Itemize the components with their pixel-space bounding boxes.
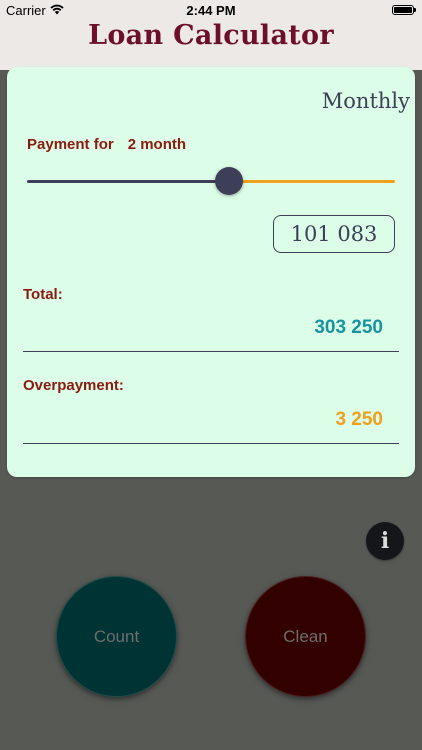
slider-thumb[interactable] xyxy=(215,167,243,195)
overpayment-label: Overpayment: xyxy=(23,377,124,394)
total-divider xyxy=(23,351,399,352)
battery-icon xyxy=(392,5,416,15)
payment-for-value: 2 month xyxy=(127,136,187,153)
clean-button-label: Clean xyxy=(283,626,328,646)
clean-button[interactable]: Clean xyxy=(245,576,366,697)
count-button-label: Count xyxy=(93,626,140,646)
calculator-card: Monthly Payment for 2 month 101 083 Tota… xyxy=(7,67,415,477)
info-icon: i xyxy=(380,528,390,554)
info-button[interactable]: i xyxy=(366,522,404,560)
payment-mode-toggle[interactable]: Monthly xyxy=(322,89,410,113)
payment-for-row: Payment for 2 month xyxy=(27,136,186,153)
count-button[interactable]: Count xyxy=(56,576,177,697)
app-title: Loan Calculator xyxy=(88,20,334,51)
slider-track-remaining xyxy=(229,180,395,183)
overpayment-value: 3 250 xyxy=(335,409,383,430)
header: Carrier 2:44 PM Loan Calculator xyxy=(0,0,422,70)
total-label: Total: xyxy=(23,286,63,303)
term-slider[interactable] xyxy=(27,167,395,197)
status-time: 2:44 PM xyxy=(186,3,236,18)
overpayment-divider xyxy=(23,443,399,444)
payment-for-label: Payment for xyxy=(27,136,114,153)
status-bar: Carrier 2:44 PM xyxy=(0,0,422,22)
total-value: 303 250 xyxy=(314,317,383,338)
slider-track-filled xyxy=(27,180,229,183)
monthly-payment-field: 101 083 xyxy=(273,215,395,253)
